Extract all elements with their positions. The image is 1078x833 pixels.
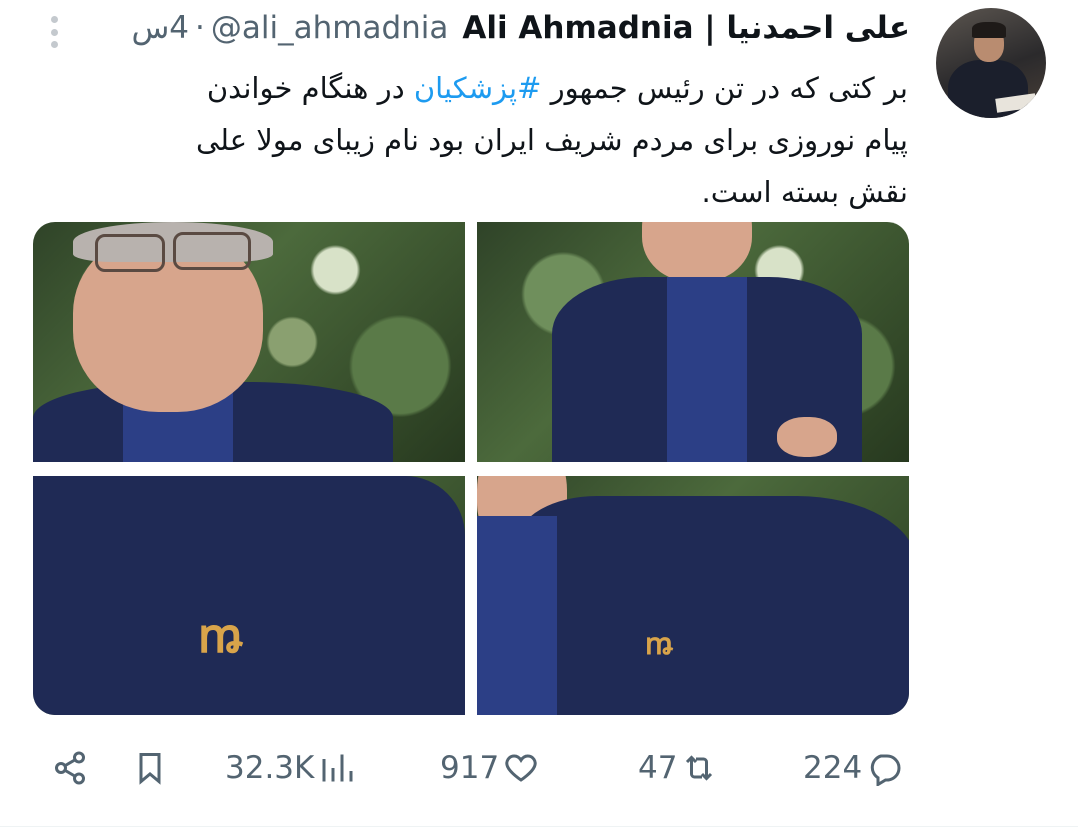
views-icon: [322, 754, 353, 782]
views-button[interactable]: 32.3K: [225, 738, 354, 798]
hashtag-link[interactable]: #پزشکیان: [414, 71, 542, 105]
reply-button[interactable]: 224: [803, 738, 902, 798]
replies-count: 224: [803, 750, 863, 786]
retweet-button[interactable]: 47: [638, 738, 717, 798]
author-avatar[interactable]: [936, 8, 1046, 118]
photo-1[interactable]: [33, 222, 465, 462]
like-icon: [505, 754, 537, 782]
divider: [0, 826, 1078, 827]
tweet: 4س · @ali_ahmadnia Ali Ahmadnia | علی اح…: [0, 0, 1078, 833]
header-separator: ·: [195, 10, 205, 46]
retweets-count: 47: [638, 750, 678, 786]
action-bar: 32.3K 917 47 224: [0, 738, 1078, 798]
tweet-header: 4س · @ali_ahmadnia Ali Ahmadnia | علی اح…: [120, 8, 910, 48]
share-icon: [55, 751, 85, 785]
like-button[interactable]: 917: [440, 738, 539, 798]
photo-4[interactable]: ꬺ: [477, 476, 909, 715]
share-button[interactable]: [52, 738, 88, 798]
reply-icon: [871, 754, 901, 786]
author-display-name[interactable]: Ali Ahmadnia | علی احمدنیا: [462, 10, 910, 46]
media-grid: ꬺ ꬺ: [33, 222, 909, 715]
tweet-text-before: بر کتی که در تن رئیس جمهور: [541, 71, 908, 105]
photo-2[interactable]: [477, 222, 909, 462]
tweet-time[interactable]: 4س: [131, 10, 189, 46]
retweet-icon: [686, 755, 713, 781]
views-count: 32.3K: [225, 750, 315, 786]
bookmark-icon: [139, 753, 161, 785]
likes-count: 917: [440, 750, 500, 786]
more-options-icon[interactable]: [40, 12, 68, 52]
author-handle[interactable]: @ali_ahmadnia: [211, 10, 449, 46]
photo-3[interactable]: ꬺ: [33, 476, 465, 715]
tweet-text: بر کتی که در تن رئیس جمهور #پزشکیان در ه…: [188, 62, 908, 218]
bookmark-button[interactable]: [132, 738, 168, 798]
